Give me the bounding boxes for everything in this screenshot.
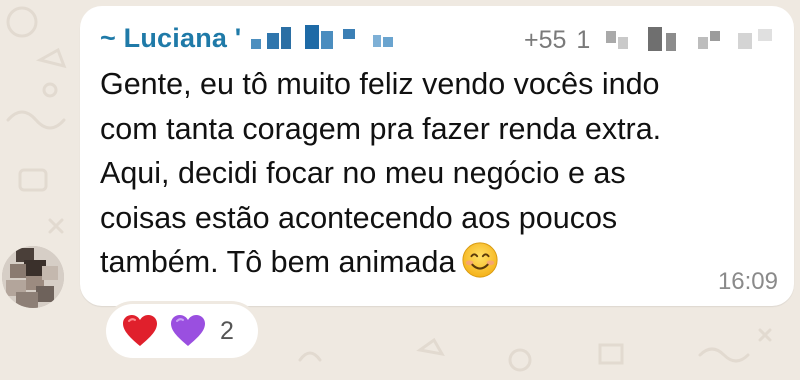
phone-digit: 1: [576, 25, 591, 54]
sender-name[interactable]: ~ Luciana ': [100, 23, 241, 54]
phone-prefix: +55: [524, 25, 567, 54]
message-timestamp: 16:09: [717, 268, 778, 295]
message-line: com tanta coragem pra fazer renda extra.: [100, 111, 662, 146]
message-line: Aqui, decidi focar no meu negócio e as: [100, 156, 626, 190]
avatar-pixel: [42, 266, 58, 280]
reaction-count: 2: [220, 316, 234, 345]
message-line: Gente, eu tô muito feliz vendo vocês ind…: [100, 67, 660, 101]
redacted-name-block: [251, 25, 394, 49]
smiling-face-icon: [462, 242, 499, 278]
sender-phone: +55 1: [524, 23, 798, 57]
message-line: também. Tô bem animada: [100, 245, 456, 279]
message-text: Gente, eu tô muito feliz vendo vocês ind…: [100, 62, 780, 285]
reactions-pill[interactable]: 2: [106, 304, 258, 358]
avatar-pixel: [10, 264, 26, 278]
sender-name-row[interactable]: ~ Luciana ': [100, 20, 415, 56]
red-heart-icon: [123, 315, 157, 346]
purple-heart-icon: [171, 315, 205, 346]
message-line: coisas estão acontecendo aos poucos: [100, 200, 618, 235]
redacted-phone-block: [606, 27, 773, 51]
avatar-pixel: [36, 286, 54, 302]
avatar-pixel: [16, 292, 38, 308]
sender-avatar[interactable]: [2, 246, 64, 308]
message-bubble[interactable]: ~ Luciana ' +55 1 Gente, eu tô muito fel…: [80, 6, 794, 306]
